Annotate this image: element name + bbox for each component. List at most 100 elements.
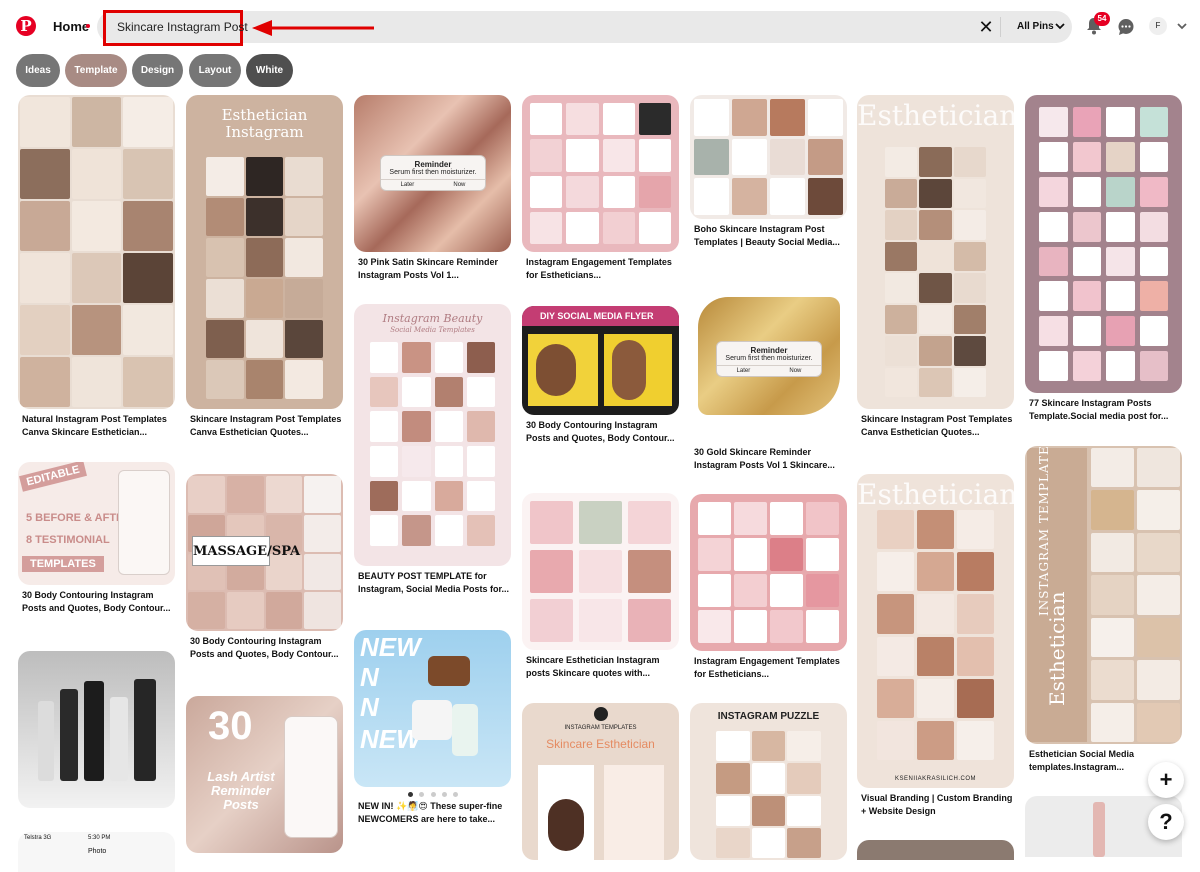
chip-template[interactable]: Template (65, 54, 127, 87)
pin-image[interactable] (522, 95, 679, 252)
pin-image[interactable]: EDITABLE 5 BEFORE & AFTER 8 TESTIMONIAL … (18, 462, 175, 585)
search-input[interactable]: Skincare Instagram Post (117, 20, 248, 34)
pin-overlay-text: Lash Artist Reminder Posts (207, 769, 275, 812)
pin-image[interactable]: MASSAGE/SPA (186, 474, 343, 631)
reminder-card: Reminder Serum first then moisturizer. L… (380, 155, 486, 191)
carousel-dots[interactable] (408, 792, 458, 798)
pin-card[interactable]: INSTAGRAM TEMPLATES Skincare Esthetician (522, 703, 679, 860)
pin-card[interactable]: Instagram Beauty Social Media Templates … (354, 304, 511, 608)
pin-title[interactable]: Boho Skincare Instagram Post Templates |… (690, 223, 847, 261)
pin-image[interactable] (857, 840, 1014, 860)
home-link[interactable]: Home (53, 19, 89, 34)
chip-design[interactable]: Design (132, 54, 183, 87)
pin-image[interactable]: Esthetician Instagram (186, 95, 343, 409)
pin-overlay-text: 8 TESTIMONIAL (26, 534, 110, 546)
pin-image[interactable]: 30 Lash Artist Reminder Posts (186, 696, 343, 853)
clear-search-icon[interactable]: ✕ (978, 18, 994, 36)
pin-title[interactable]: Skincare Instagram Post Templates Canva … (186, 413, 343, 451)
pin-title[interactable]: NEW IN! ✨🧖😍 These super-fine NEWCOMERS a… (354, 800, 511, 838)
pin-image[interactable] (18, 651, 175, 808)
pin-card[interactable]: Telstra 3G 5:30 PM Photo (18, 832, 175, 872)
pin-card[interactable]: INSTAGRAM TEMPLATES Esthetician Esthetic… (1025, 446, 1182, 786)
pin-title[interactable]: Instagram Engagement Templates for Esthe… (690, 655, 847, 693)
chip-layout[interactable]: Layout (189, 54, 241, 87)
pin-overlay-text: Esthetician (857, 478, 1014, 511)
chip-ideas[interactable]: Ideas (16, 54, 60, 87)
pin-card[interactable] (857, 840, 1014, 860)
pin-card[interactable]: Natural Instagram Post Templates Canva S… (18, 95, 175, 451)
pin-card[interactable] (18, 651, 175, 808)
pin-card[interactable]: Esthetician Instagram Skincare Instagram… (186, 95, 343, 451)
avatar[interactable]: F (1149, 17, 1167, 35)
pin-title[interactable]: 30 Body Contouring Instagram Posts and Q… (18, 589, 175, 627)
pin-card[interactable]: DIY SOCIAL MEDIA FLYER 30 Body Contourin… (522, 306, 679, 457)
pin-image[interactable] (1025, 95, 1182, 393)
account-chevron-down-icon[interactable] (1177, 21, 1187, 31)
pin-image[interactable]: INSTAGRAM TEMPLATES Esthetician (1025, 446, 1182, 744)
pin-image[interactable]: INSTAGRAM TEMPLATES Skincare Esthetician (522, 703, 679, 860)
reminder-now: Now (453, 182, 466, 188)
pin-card[interactable]: Reminder Serum first then moisturizer. L… (690, 285, 847, 484)
chat-bubble-icon[interactable] (1117, 18, 1135, 36)
reminder-later: Later (400, 182, 415, 188)
pin-overlay-text: KSENIIAKRASILICH.COM (894, 776, 976, 782)
pin-card[interactable]: Instagram Engagement Templates for Esthe… (522, 95, 679, 294)
pin-card[interactable]: Esthetician Skincare Instagram Post Temp… (857, 95, 1014, 451)
pinterest-logo-icon[interactable]: P (16, 16, 36, 36)
pin-card[interactable]: Boho Skincare Instagram Post Templates |… (690, 95, 847, 261)
pin-overlay-text: Social Media Templates (390, 326, 475, 334)
pin-title[interactable]: Skincare Esthetician Instagram posts Ski… (522, 654, 679, 692)
pin-title[interactable]: Instagram Engagement Templates for Esthe… (522, 256, 679, 294)
pin-card[interactable]: MASSAGE/SPA 30 Body Contouring Instagram… (186, 474, 343, 673)
pin-card[interactable]: INSTAGRAM PUZZLE (690, 703, 847, 860)
chip-white[interactable]: White (246, 54, 293, 87)
pin-card[interactable]: NEW N N NEW NEW IN! ✨🧖😍 These super-fine… (354, 630, 511, 838)
pin-title[interactable]: 77 Skincare Instagram Posts Template.Soc… (1025, 397, 1182, 435)
pin-image[interactable]: Telstra 3G 5:30 PM Photo (18, 832, 175, 872)
pin-card[interactable]: Esthetician KSENIIAKRASILICH.COM Visual … (857, 474, 1014, 830)
pin-image[interactable] (690, 494, 847, 651)
pin-overlay-text: MASSAGE/SPA (192, 536, 300, 566)
pin-title[interactable]: BEAUTY POST TEMPLATE for Instagram, Soci… (354, 570, 511, 608)
pin-card[interactable]: 77 Skincare Instagram Posts Template.Soc… (1025, 95, 1182, 435)
pin-overlay-text: Esthetician (857, 99, 1014, 132)
pin-image[interactable] (690, 95, 847, 219)
pin-overlay-text: DIY SOCIAL MEDIA FLYER (522, 306, 679, 326)
pin-title[interactable]: Visual Branding | Custom Branding + Webs… (857, 792, 1014, 830)
status-carrier: Telstra 3G (24, 835, 52, 841)
reminder-later: Later (736, 368, 751, 374)
pin-card[interactable]: Skincare Esthetician Instagram posts Ski… (522, 493, 679, 692)
pin-image[interactable]: Esthetician KSENIIAKRASILICH.COM (857, 474, 1014, 788)
pin-image[interactable] (522, 493, 679, 650)
pin-image[interactable]: NEW N N NEW (354, 630, 511, 787)
editable-label: EDITABLE (19, 462, 88, 492)
pin-overlay-text: INSTAGRAM TEMPLATES (564, 725, 637, 731)
pin-image[interactable]: INSTAGRAM PUZZLE (690, 703, 847, 860)
pin-title[interactable]: 30 Gold Skincare Reminder Instagram Post… (690, 446, 847, 484)
reminder-body: Serum first then moisturizer. (725, 355, 813, 362)
pin-title[interactable]: 30 Body Contouring Instagram Posts and Q… (522, 419, 679, 457)
pin-image[interactable]: Reminder Serum first then moisturizer. L… (690, 285, 847, 442)
chevron-down-icon[interactable] (1055, 21, 1065, 31)
pin-overlay-text: Skincare Esthetician (546, 737, 655, 751)
pin-card[interactable]: 30 Lash Artist Reminder Posts (186, 696, 343, 853)
all-pins-filter[interactable]: All Pins (1017, 21, 1054, 32)
reminder-title: Reminder (414, 160, 452, 169)
pin-title[interactable]: Skincare Instagram Post Templates Canva … (857, 413, 1014, 451)
pin-overlay-text: Esthetician (1045, 591, 1069, 706)
status-time: 5:30 PM (88, 835, 111, 841)
reminder-title: Reminder (750, 346, 788, 355)
help-button[interactable]: ? (1148, 804, 1184, 840)
pin-image[interactable]: Reminder Serum first then moisturizer. L… (354, 95, 511, 252)
pin-title[interactable]: Natural Instagram Post Templates Canva S… (18, 413, 175, 451)
pin-title[interactable]: 30 Body Contouring Instagram Posts and Q… (186, 635, 343, 673)
pin-card[interactable]: EDITABLE 5 BEFORE & AFTER 8 TESTIMONIAL … (18, 462, 175, 627)
pin-image[interactable]: Esthetician (857, 95, 1014, 409)
pin-card[interactable]: Reminder Serum first then moisturizer. L… (354, 95, 511, 294)
pin-image[interactable]: DIY SOCIAL MEDIA FLYER (522, 306, 679, 415)
pin-image[interactable] (18, 95, 175, 409)
pin-card[interactable]: Instagram Engagement Templates for Esthe… (690, 494, 847, 693)
pin-image[interactable]: Instagram Beauty Social Media Templates (354, 304, 511, 566)
add-pin-button[interactable]: + (1148, 762, 1184, 798)
pin-title[interactable]: 30 Pink Satin Skincare Reminder Instagra… (354, 256, 511, 294)
